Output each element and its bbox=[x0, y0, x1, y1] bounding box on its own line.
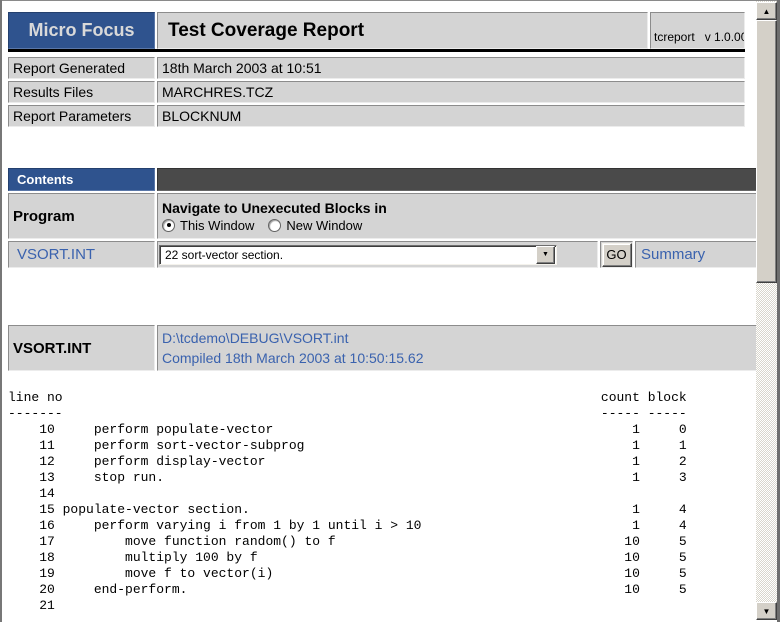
arrow-down-icon: ▼ bbox=[763, 607, 771, 616]
go-button[interactable]: GO bbox=[602, 243, 632, 267]
report-info-table: Report Generated 18th March 2003 at 10:5… bbox=[8, 57, 745, 127]
chevron-down-icon[interactable]: ▼ bbox=[536, 246, 555, 264]
summary-link-cell: Summary bbox=[635, 241, 757, 268]
contents-title: Contents bbox=[8, 168, 155, 191]
source-path-link[interactable]: D:\tcdemo\DEBUG\VSORT.int bbox=[162, 328, 348, 348]
info-value: 18th March 2003 at 10:51 bbox=[157, 57, 745, 79]
compiled-timestamp: Compiled 18th March 2003 at 10:50:15.62 bbox=[162, 348, 424, 368]
info-value: BLOCKNUM bbox=[157, 105, 745, 127]
window-target-radios: This Window New Window bbox=[162, 218, 362, 233]
window-border-top bbox=[0, 0, 780, 1]
brand-logo: Micro Focus bbox=[8, 12, 155, 49]
block-dropdown-value: 22 sort-vector section. bbox=[160, 248, 536, 262]
block-dropdown-cell: 22 sort-vector section. ▼ bbox=[157, 241, 598, 268]
arrow-up-icon: ▲ bbox=[763, 7, 771, 16]
contents-section: Contents Program Navigate to Unexecuted … bbox=[8, 168, 757, 268]
scrollbar-thumb[interactable] bbox=[756, 20, 777, 283]
report-header: Micro Focus Test Coverage Report tcrepor… bbox=[8, 12, 745, 52]
page-title: Test Coverage Report bbox=[157, 12, 648, 49]
contents-title-bar bbox=[157, 168, 757, 191]
radio-button-icon bbox=[268, 219, 281, 232]
program-link-cell: VSORT.INT bbox=[8, 241, 155, 268]
window-border-left bbox=[0, 0, 2, 622]
info-value: MARCHRES.TCZ bbox=[157, 81, 745, 103]
navigate-heading: Navigate to Unexecuted Blocks in bbox=[162, 200, 387, 216]
go-button-cell: GO bbox=[600, 241, 633, 268]
version-label: tcreport v 1.0.0002 bbox=[650, 12, 745, 49]
navigate-options: Navigate to Unexecuted Blocks in This Wi… bbox=[157, 193, 757, 239]
scroll-down-button[interactable]: ▼ bbox=[756, 602, 777, 620]
code-listing: line no count block ------- ----- ----- … bbox=[8, 390, 687, 614]
vertical-scrollbar[interactable]: ▲ ▼ bbox=[756, 1, 777, 620]
program-link[interactable]: VSORT.INT bbox=[17, 246, 95, 263]
program-detail-cell: D:\tcdemo\DEBUG\VSORT.int Compiled 18th … bbox=[157, 325, 757, 371]
radio-this-window[interactable]: This Window bbox=[162, 218, 254, 233]
program-detail-section: VSORT.INT D:\tcdemo\DEBUG\VSORT.int Comp… bbox=[8, 325, 757, 371]
radio-new-window[interactable]: New Window bbox=[268, 218, 362, 233]
report-window: Micro Focus Test Coverage Report tcrepor… bbox=[0, 0, 780, 622]
info-label: Results Files bbox=[8, 81, 155, 103]
program-name: VSORT.INT bbox=[8, 325, 155, 371]
info-label: Report Parameters bbox=[8, 105, 155, 127]
radio-label: New Window bbox=[286, 218, 362, 233]
program-column-header: Program bbox=[8, 193, 155, 239]
summary-link[interactable]: Summary bbox=[641, 246, 705, 263]
app-name: tcreport bbox=[654, 30, 695, 44]
block-dropdown[interactable]: 22 sort-vector section. ▼ bbox=[159, 245, 557, 265]
radio-button-icon bbox=[162, 219, 175, 232]
scroll-up-button[interactable]: ▲ bbox=[756, 2, 777, 20]
radio-label: This Window bbox=[180, 218, 254, 233]
info-label: Report Generated bbox=[8, 57, 155, 79]
app-version: v 1.0.0002 bbox=[705, 30, 745, 44]
